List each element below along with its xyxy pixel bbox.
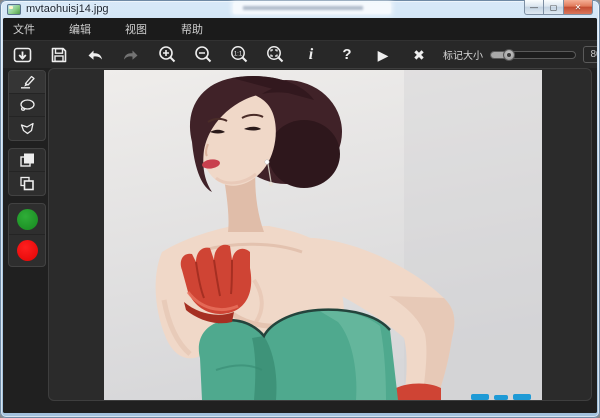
aero-glass-reflection: [233, 2, 391, 14]
play-button[interactable]: ▶: [371, 44, 395, 66]
zoom-in-button[interactable]: [155, 44, 179, 66]
lasso-icon: [18, 98, 36, 113]
photo-canvas[interactable]: [104, 70, 542, 400]
copy-layer-button[interactable]: [9, 149, 45, 172]
marker-size-label: 标记大小: [443, 47, 483, 62]
help-button[interactable]: ?: [335, 44, 359, 66]
tool-sidebar: [8, 70, 46, 274]
app-window: mvtaohuisj14.jpg — ▢ ✕ 文件 编辑 视图 帮助: [0, 0, 600, 418]
lasso-tool-button[interactable]: [9, 94, 45, 117]
play-icon: ▶: [378, 48, 389, 62]
marker-size-slider[interactable]: [490, 50, 576, 60]
workspace: [3, 68, 597, 413]
titlebar[interactable]: mvtaohuisj14.jpg — ▢ ✕: [0, 0, 600, 18]
undo-button[interactable]: [83, 44, 107, 66]
menu-help[interactable]: 帮助: [181, 21, 221, 37]
marker-pen-icon: [18, 74, 36, 90]
save-icon: [50, 46, 68, 64]
info-button[interactable]: i: [299, 44, 323, 66]
mark-color-group: [8, 203, 46, 267]
menu-edit[interactable]: 编辑: [69, 21, 109, 37]
delete-button[interactable]: ✖: [407, 44, 431, 66]
undo-icon: [85, 47, 105, 63]
minimize-button[interactable]: —: [524, 0, 544, 15]
canvas-panel[interactable]: [48, 68, 592, 401]
duplicate-layer-button[interactable]: [9, 172, 45, 195]
redo-icon: [121, 47, 141, 63]
marker-size-value[interactable]: 80: [583, 46, 597, 63]
fit-screen-icon: [266, 45, 285, 64]
actual-size-button[interactable]: 1:1: [227, 44, 251, 66]
fit-screen-button[interactable]: [263, 44, 287, 66]
slider-handle[interactable]: [503, 49, 515, 61]
info-icon: i: [309, 47, 313, 63]
polygon-tool-button[interactable]: [9, 117, 45, 140]
zoom-out-icon: [194, 45, 213, 64]
save-button[interactable]: [47, 44, 71, 66]
menu-file[interactable]: 文件: [13, 21, 53, 37]
svg-text:1:1: 1:1: [233, 51, 242, 57]
marker-tool-button[interactable]: [9, 71, 45, 94]
window-title: mvtaohuisj14.jpg: [26, 3, 109, 15]
draw-tool-group: [8, 70, 46, 141]
duplicate-layer-icon: [18, 175, 36, 192]
polygon-lasso-icon: [18, 121, 36, 136]
open-button[interactable]: [11, 44, 35, 66]
maximize-button[interactable]: ▢: [544, 0, 564, 15]
earring: [265, 160, 269, 164]
green-mark-icon: [17, 209, 38, 230]
menubar: 文件 编辑 视图 帮助: [3, 18, 597, 40]
red-mark-icon: [17, 240, 38, 261]
zoom-out-button[interactable]: [191, 44, 215, 66]
menu-view[interactable]: 视图: [125, 21, 165, 37]
green-mark-button[interactable]: [9, 204, 45, 235]
actual-size-icon: 1:1: [230, 45, 249, 64]
redo-button[interactable]: [119, 44, 143, 66]
zoom-in-icon: [158, 45, 177, 64]
image-file-icon: [7, 4, 21, 15]
app-body: 文件 编辑 视图 帮助: [3, 18, 597, 413]
open-icon: [13, 46, 33, 64]
copy-layer-icon: [18, 152, 36, 169]
help-icon: ?: [342, 47, 351, 62]
marker-size-spinbox: 80 ▲ ▼: [583, 46, 597, 63]
close-button[interactable]: ✕: [564, 0, 593, 15]
toolbar: 1:1 i ? ▶: [3, 40, 597, 68]
hip-glove: [396, 384, 441, 401]
delete-icon: ✖: [413, 48, 425, 62]
red-mark-button[interactable]: [9, 235, 45, 266]
layer-tool-group: [8, 148, 46, 196]
